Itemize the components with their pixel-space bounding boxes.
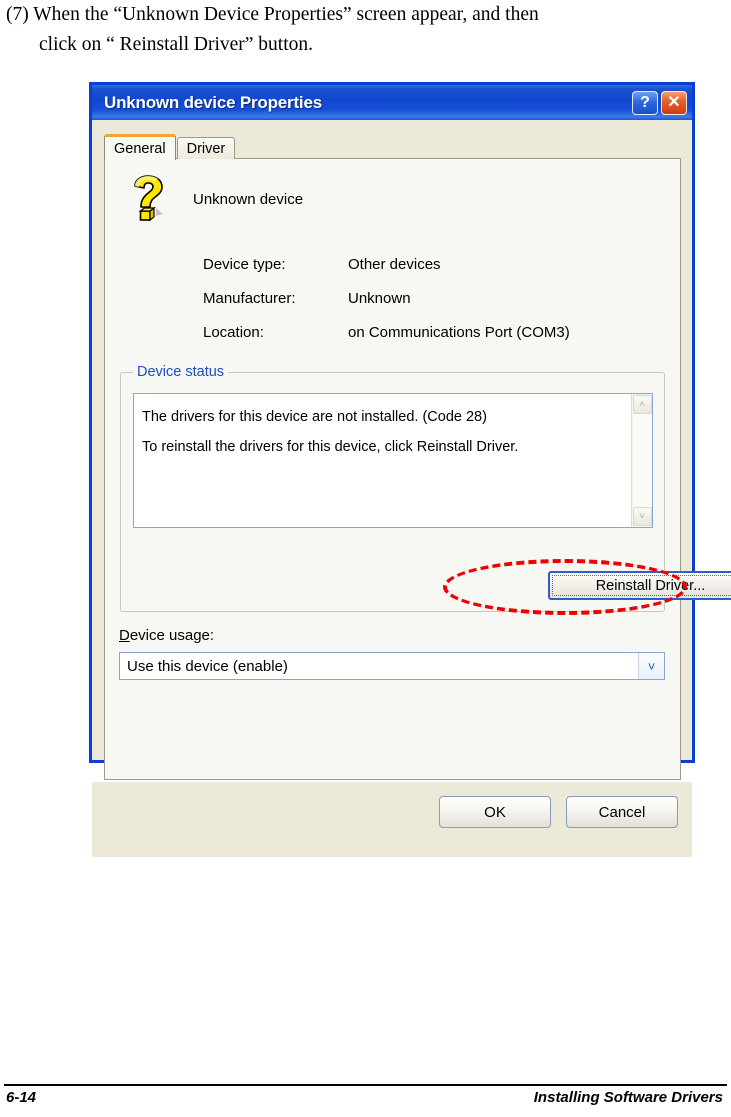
dialog-title: Unknown device Properties <box>104 92 322 112</box>
general-tab-panel: Unknown device Device type: Other device… <box>104 158 731 780</box>
scroll-up-icon[interactable]: ˄ <box>632 395 652 414</box>
close-icon[interactable]: ✕ <box>661 90 687 115</box>
ok-button[interactable]: OK <box>439 796 551 828</box>
tab-general[interactable]: General <box>104 134 176 160</box>
device-usage-label-rest: evice usage: <box>129 627 215 644</box>
manufacturer-label: Manufacturer: <box>203 290 296 307</box>
device-status-textbox[interactable]: The drivers for this device are not inst… <box>133 393 653 528</box>
manufacturer-value: Unknown <box>348 290 411 307</box>
instruction-text: (7) When the “Unknown Device Properties”… <box>6 0 718 60</box>
instruction-line-2: click on “ Reinstall Driver” button. <box>39 34 314 55</box>
device-status-group: Device status The drivers for this devic… <box>120 364 731 615</box>
scroll-down-icon[interactable]: ˅ <box>632 507 652 526</box>
tab-strip: General Driver <box>104 134 236 160</box>
device-properties-list: Device type: Other devices Manufacturer:… <box>203 256 570 358</box>
device-usage-label: Device usage: <box>119 627 214 644</box>
status-line-2: To reinstall the drivers for this device… <box>142 439 519 455</box>
dialog-titlebar[interactable]: Unknown device Properties ? ✕ <box>89 82 695 120</box>
help-icon[interactable]: ? <box>632 90 658 115</box>
device-type-label: Device type: <box>203 256 286 273</box>
unknown-device-properties-dialog: Unknown device Properties ? ✕ General Dr… <box>89 82 731 857</box>
page-number: 6-14 <box>6 1089 37 1106</box>
titlebar-button-group: ? ✕ <box>632 90 687 115</box>
device-usage-accel-char: D <box>119 627 130 644</box>
device-header: Unknown device <box>125 175 303 223</box>
chevron-down-icon[interactable]: ˅ <box>638 653 664 679</box>
device-name-label: Unknown device <box>193 190 304 208</box>
device-usage-selected-value: Use this device (enable) <box>127 657 288 675</box>
device-status-text: The drivers for this device are not inst… <box>134 394 631 527</box>
question-mark-device-icon <box>125 175 171 223</box>
status-line-1: The drivers for this device are not inst… <box>142 409 487 425</box>
device-type-value: Other devices <box>348 256 441 273</box>
cancel-button[interactable]: Cancel <box>566 796 678 828</box>
location-label: Location: <box>203 324 264 341</box>
status-scrollbar[interactable]: ˄ ˅ <box>631 394 652 527</box>
scrollbar-track[interactable] <box>632 414 652 507</box>
footer-chapter-title: Installing Software Drivers <box>533 1089 723 1106</box>
device-status-group-label: Device status <box>133 364 229 380</box>
device-usage-dropdown[interactable]: Use this device (enable) ˅ <box>119 652 665 680</box>
property-row-manufacturer: Manufacturer: Unknown <box>203 290 570 324</box>
footer-divider <box>4 1084 727 1086</box>
location-value: on Communications Port (COM3) <box>348 324 570 341</box>
reinstall-driver-button[interactable]: Reinstall Driver... <box>548 571 731 600</box>
property-row-device-type: Device type: Other devices <box>203 256 570 290</box>
instruction-line-1: (7) When the “Unknown Device Properties”… <box>6 4 539 25</box>
reinstall-driver-label: Reinstall Driver... <box>595 577 706 594</box>
tab-driver[interactable]: Driver <box>176 137 236 159</box>
property-row-location: Location: on Communications Port (COM3) <box>203 324 570 358</box>
dialog-footer: OK Cancel <box>92 782 692 857</box>
